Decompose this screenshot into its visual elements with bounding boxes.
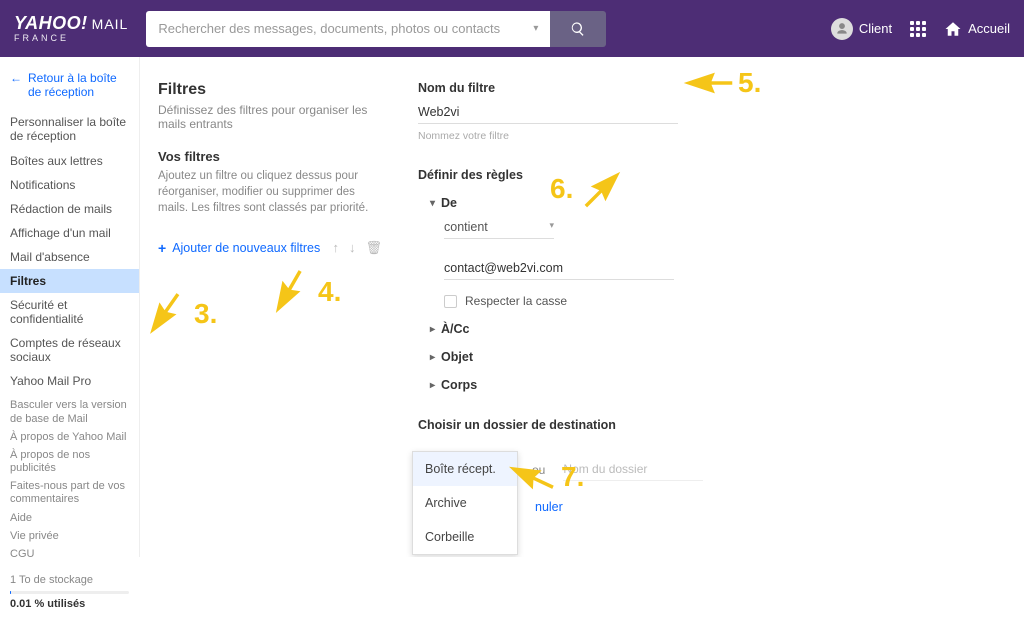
- chevron-down-icon: ▾: [430, 198, 435, 209]
- sidebar-item-mailboxes[interactable]: Boîtes aux lettres: [0, 149, 139, 173]
- chevron-down-icon: ▾: [549, 220, 554, 234]
- search-input[interactable]: Rechercher des messages, documents, phot…: [146, 11, 550, 47]
- filters-panel: Filtres Définissez des filtres pour orga…: [140, 57, 400, 557]
- dropdown-option-trash[interactable]: Corbeille: [413, 520, 517, 554]
- search-button[interactable]: [550, 11, 606, 47]
- sidebar-item-away[interactable]: Mail d'absence: [0, 245, 139, 269]
- from-value-input[interactable]: [444, 257, 674, 280]
- footer-help-link[interactable]: Aide: [10, 512, 129, 525]
- your-filters-heading: Vos filtres: [158, 149, 382, 164]
- sidebar-item-notifications[interactable]: Notifications: [0, 173, 139, 197]
- settings-sidebar: ← Retour à la boîte de réception Personn…: [0, 57, 140, 557]
- sidebar-footer: Basculer vers la version de base de Mail…: [0, 393, 139, 621]
- client-label: Client: [859, 21, 892, 36]
- rules-label: Définir des règles: [418, 168, 984, 182]
- new-folder-input[interactable]: Nom du dossier: [563, 458, 703, 481]
- sidebar-item-filters[interactable]: Filtres: [0, 269, 139, 293]
- add-filter-button[interactable]: + Ajouter de nouveaux filtres: [158, 240, 320, 256]
- footer-privacy-link[interactable]: Vie privée: [10, 530, 129, 543]
- rule-acc-toggle[interactable]: ▸ À/Cc: [430, 322, 984, 336]
- plus-icon: +: [158, 240, 166, 256]
- account-menu[interactable]: Client: [831, 18, 892, 40]
- cancel-link[interactable]: nuler: [535, 500, 563, 514]
- rule-body-toggle[interactable]: ▸ Corps: [430, 378, 984, 392]
- dropdown-option-inbox[interactable]: Boîte récept.: [413, 452, 517, 486]
- dropdown-option-archive[interactable]: Archive: [413, 486, 517, 520]
- search-icon: [570, 21, 586, 37]
- apps-icon[interactable]: [910, 21, 926, 37]
- sidebar-item-security[interactable]: Sécurité et confidentialité: [0, 293, 139, 331]
- arrow-left-icon: ←: [10, 71, 22, 100]
- rule-subject-toggle[interactable]: ▸ Objet: [430, 350, 984, 364]
- trash-icon[interactable]: 🗑: [365, 240, 382, 256]
- sidebar-item-compose[interactable]: Rédaction de mails: [0, 197, 139, 221]
- operator-select[interactable]: contient ▾: [444, 216, 554, 239]
- footer-feedback-link[interactable]: Faites-nous part de vos commentaires: [10, 480, 129, 506]
- footer-basic-link[interactable]: Basculer vers la version de base de Mail: [10, 399, 129, 425]
- home-link[interactable]: Accueil: [944, 20, 1010, 38]
- chevron-right-icon: ▸: [430, 352, 435, 363]
- page-subtitle: Définissez des filtres pour organiser le…: [158, 103, 382, 131]
- your-filters-desc: Ajoutez un filtre ou cliquez dessus pour…: [158, 168, 382, 216]
- search-bar: Rechercher des messages, documents, phot…: [146, 11, 606, 47]
- destination-or: ou: [532, 463, 545, 477]
- move-up-icon[interactable]: ↑: [332, 240, 339, 256]
- footer-cgu-link[interactable]: CGU: [10, 548, 129, 561]
- filter-name-help: Nommez votre filtre: [418, 130, 984, 142]
- filter-detail: Nom du filtre Nommez votre filtre Défini…: [400, 57, 1024, 557]
- rule-from-toggle[interactable]: ▾ De: [430, 196, 984, 210]
- page-title: Filtres: [158, 81, 382, 99]
- back-to-inbox-link[interactable]: ← Retour à la boîte de réception: [0, 67, 139, 110]
- app-header: YAHOO!MAIL FRANCE Rechercher des message…: [0, 0, 1024, 57]
- filter-name-label: Nom du filtre: [418, 81, 984, 95]
- case-checkbox[interactable]: [444, 295, 457, 308]
- chevron-right-icon: ▸: [430, 324, 435, 335]
- chevron-down-icon[interactable]: ▾: [533, 23, 538, 34]
- sidebar-item-social[interactable]: Comptes de réseaux sociaux: [0, 331, 139, 370]
- header-right: Client Accueil: [831, 18, 1010, 40]
- avatar: [831, 18, 853, 40]
- case-label: Respecter la casse: [465, 294, 567, 308]
- sidebar-item-pro[interactable]: Yahoo Mail Pro: [0, 369, 139, 393]
- move-down-icon[interactable]: ↓: [349, 240, 356, 256]
- footer-about-link[interactable]: À propos de Yahoo Mail: [10, 431, 129, 444]
- chevron-right-icon: ▸: [430, 380, 435, 391]
- footer-ads-link[interactable]: À propos de nos publicités: [10, 449, 129, 475]
- search-placeholder: Rechercher des messages, documents, phot…: [158, 21, 500, 36]
- filter-name-input[interactable]: [418, 101, 678, 124]
- sidebar-item-personalize[interactable]: Personnaliser la boîte de réception: [0, 110, 139, 149]
- yahoo-logo: YAHOO!MAIL FRANCE: [14, 14, 128, 43]
- destination-label: Choisir un dossier de destination: [418, 418, 984, 432]
- home-icon: [944, 20, 962, 38]
- sidebar-item-display[interactable]: Affichage d'un mail: [0, 221, 139, 245]
- storage-gauge: [10, 591, 129, 594]
- storage-status: 1 To de stockage 0.01 % utilisés: [10, 574, 129, 611]
- home-label: Accueil: [968, 21, 1010, 36]
- destination-dropdown: Boîte récept. Archive Corbeille: [412, 451, 518, 555]
